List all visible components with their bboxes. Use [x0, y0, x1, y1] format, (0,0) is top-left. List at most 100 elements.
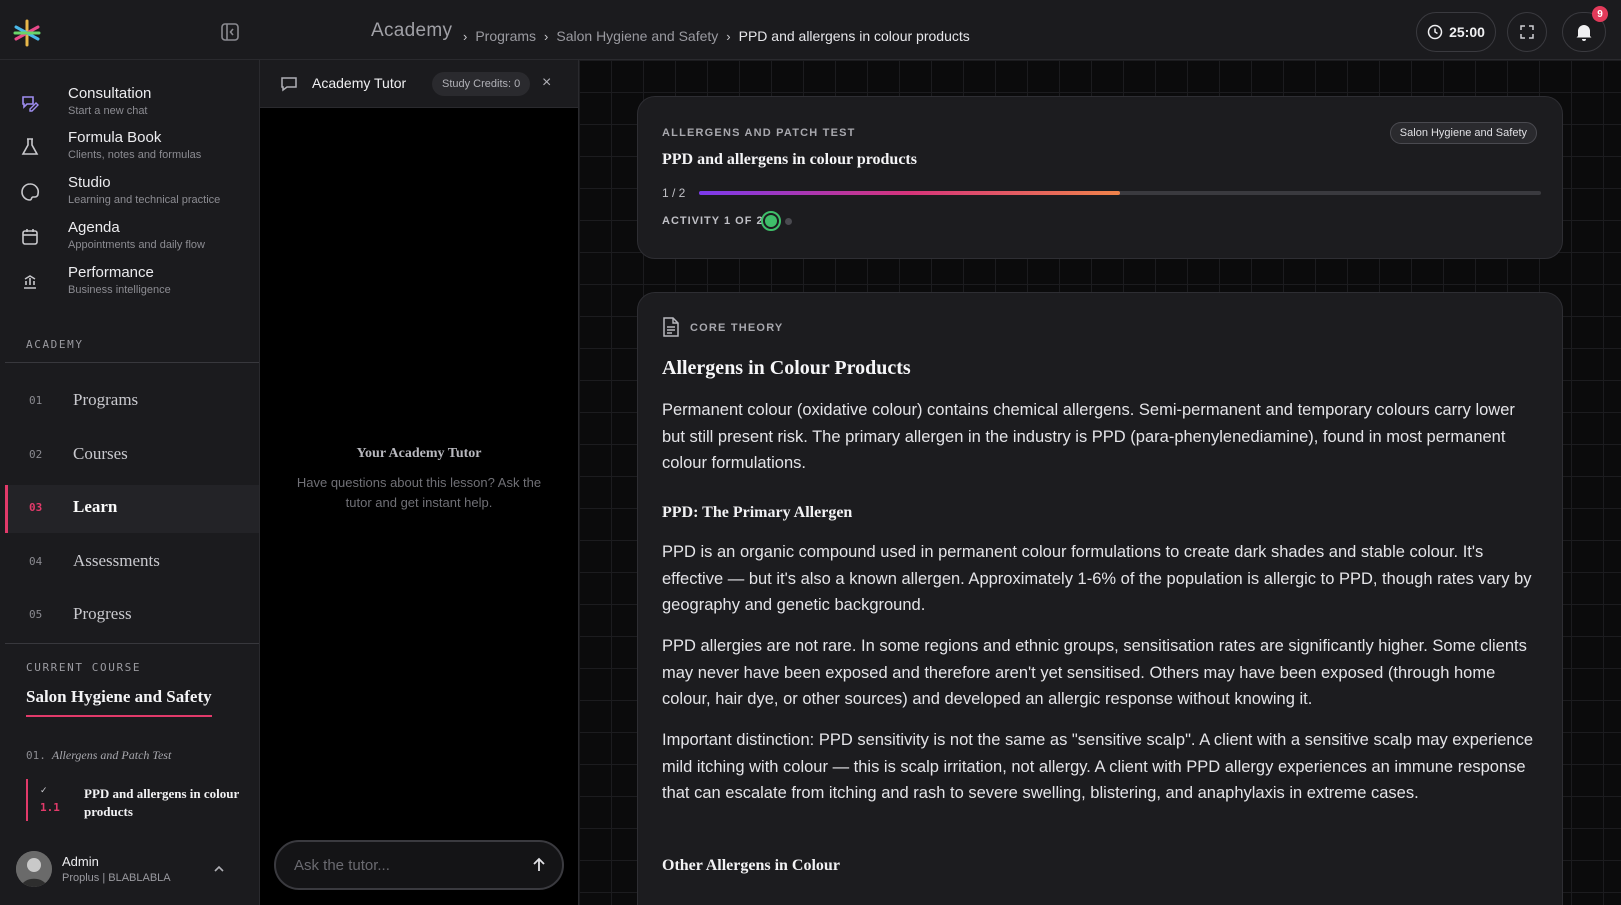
nav-subtitle: Business intelligence	[68, 284, 171, 296]
nav-formula-book[interactable]: Formula Book Clients, notes and formulas	[0, 129, 259, 173]
academy-item-label: Progress	[73, 604, 132, 623]
subheading: Other Allergens in Colour	[662, 857, 840, 874]
current-course-title[interactable]: Salon Hygiene and Safety	[26, 687, 212, 717]
timer-value: 25:00	[1449, 24, 1485, 40]
nav-title: Studio	[68, 174, 111, 191]
paragraph: Important distinction: PPD sensitivity i…	[662, 731, 1534, 802]
academy-item-courses[interactable]: 02 Courses	[5, 432, 259, 480]
academy-item-number: 02	[29, 448, 43, 461]
nav-subtitle: Learning and technical practice	[68, 194, 221, 206]
activity-dot-current[interactable]	[761, 211, 781, 231]
breadcrumb-separator: ›	[463, 28, 468, 44]
tutor-empty-subtitle: Have questions about this lesson? Ask th…	[296, 475, 542, 510]
nav-title: Consultation	[68, 85, 152, 102]
check-icon: ✓	[40, 785, 48, 795]
academy-item-programs[interactable]: 01 Programs	[5, 378, 259, 426]
tutor-input-box	[274, 840, 564, 890]
nav-consultation[interactable]: Consultation Start a new chat	[0, 85, 259, 129]
user-menu[interactable]: Admin Proplus | BLABLABLA	[0, 840, 259, 905]
academy-item-progress[interactable]: 05 Progress	[5, 592, 259, 640]
academy-item-number: 01	[29, 394, 43, 407]
progress-fill	[699, 191, 1120, 195]
chart-icon	[24, 275, 36, 289]
lesson-progress-card: ALLERGENS AND PATCH TEST Salon Hygiene a…	[637, 96, 1563, 259]
intro-paragraph: Permanent colour (oxidative colour) cont…	[662, 401, 1515, 472]
expand-icon	[1520, 25, 1534, 39]
logo-icon[interactable]	[12, 18, 42, 48]
avatar	[16, 851, 52, 887]
paragraph: PPD allergies are not rare. In some regi…	[662, 637, 1527, 708]
study-credits-badge: Study Credits: 0	[432, 72, 531, 96]
nav-subtitle: Start a new chat	[68, 105, 148, 117]
academy-item-label: Learn	[73, 497, 118, 516]
tutor-input[interactable]	[294, 854, 514, 876]
subheading: PPD: The Primary Allergen	[662, 504, 853, 521]
nav-subtitle: Appointments and daily flow	[68, 239, 205, 251]
breadcrumb-separator: ›	[544, 28, 549, 44]
breadcrumb-programs[interactable]: Programs	[475, 28, 536, 44]
close-icon[interactable]: ×	[542, 74, 551, 92]
lesson-number: 1.1	[40, 801, 60, 814]
timer-button[interactable]: 25:00	[1416, 12, 1496, 52]
top-bar: Academy › Programs › Salon Hygiene and S…	[0, 0, 1621, 60]
nav-title: Formula Book	[68, 129, 162, 146]
tutor-empty-title: Your Academy Tutor	[356, 446, 482, 461]
lesson-title: PPD and allergens in colour products	[84, 786, 240, 819]
academy-item-assessments[interactable]: 04 Assessments	[5, 539, 259, 587]
divider	[5, 643, 259, 644]
nav-title: Agenda	[68, 219, 120, 236]
tutor-title: Academy Tutor	[312, 75, 407, 91]
module-title: Allergens and Patch Test	[51, 748, 172, 762]
clock-icon	[1427, 24, 1443, 40]
bell-icon	[1576, 25, 1592, 41]
module-item[interactable]: 01. Allergens and Patch Test	[26, 748, 171, 763]
academy-item-number: 04	[29, 555, 43, 568]
academy-item-label: Courses	[73, 444, 128, 463]
nav-performance[interactable]: Performance Business intelligence	[0, 264, 259, 308]
fullscreen-button[interactable]	[1507, 12, 1547, 52]
academy-item-label: Programs	[73, 390, 139, 409]
avatar-image	[16, 851, 52, 887]
breadcrumb: › Programs › Salon Hygiene and Safety › …	[463, 28, 970, 44]
theory-card: CORE THEORY Allergens in Colour Products…	[637, 292, 1563, 905]
chat-icon	[281, 77, 297, 92]
tutor-panel: Academy Tutor Study Credits: 0 × Your Ac…	[259, 60, 579, 905]
academy-item-number: 03	[29, 501, 43, 514]
section-kicker: CORE THEORY	[690, 322, 784, 334]
nav-subtitle: Clients, notes and formulas	[68, 149, 202, 161]
course-tag: Salon Hygiene and Safety	[1389, 122, 1537, 144]
breadcrumb-separator: ›	[726, 28, 731, 44]
user-plan: Proplus | BLABLABLA	[62, 872, 171, 884]
chevron-up-icon[interactable]	[212, 862, 226, 876]
sidebar: Consultation Start a new chat Formula Bo…	[0, 60, 259, 905]
academy-section-label: ACADEMY	[26, 338, 84, 351]
sidebar-toggle-icon[interactable]	[220, 22, 240, 42]
nav-studio[interactable]: Studio Learning and technical practice	[0, 174, 259, 218]
chat-pen-icon	[22, 96, 39, 112]
activity-label: ACTIVITY 1 OF 2	[662, 215, 764, 227]
lesson-module-label: ALLERGENS AND PATCH TEST	[662, 127, 856, 139]
academy-item-number: 05	[29, 608, 43, 621]
breadcrumb-current: PPD and allergens in colour products	[738, 28, 970, 44]
current-course-label: CURRENT COURSE	[26, 661, 142, 674]
progress-count: 1 / 2	[662, 186, 686, 200]
user-name: Admin	[62, 854, 99, 869]
paragraph: PPD is an organic compound used in perma…	[662, 543, 1532, 614]
flask-icon	[21, 138, 39, 155]
lesson-title: PPD and allergens in colour products	[662, 151, 917, 168]
module-number: 01.	[26, 749, 46, 762]
lesson-item[interactable]: ✓ 1.1 PPD and allergens in colour produc…	[26, 779, 251, 821]
academy-item-label: Assessments	[73, 551, 160, 570]
notification-badge: 9	[1592, 6, 1608, 22]
activity-dot-next[interactable]	[785, 218, 792, 225]
main-content: ALLERGENS AND PATCH TEST Salon Hygiene a…	[579, 60, 1621, 905]
document-icon	[663, 317, 679, 337]
palette-icon	[21, 183, 40, 201]
nav-agenda[interactable]: Agenda Appointments and daily flow	[0, 219, 259, 263]
section-heading: Allergens in Colour Products	[662, 357, 911, 379]
send-arrow-icon[interactable]	[530, 856, 548, 874]
academy-item-learn[interactable]: 03 Learn	[5, 485, 259, 533]
brand-title[interactable]: Academy	[371, 20, 452, 42]
progress-bar	[699, 191, 1541, 195]
breadcrumb-course[interactable]: Salon Hygiene and Safety	[556, 28, 718, 44]
